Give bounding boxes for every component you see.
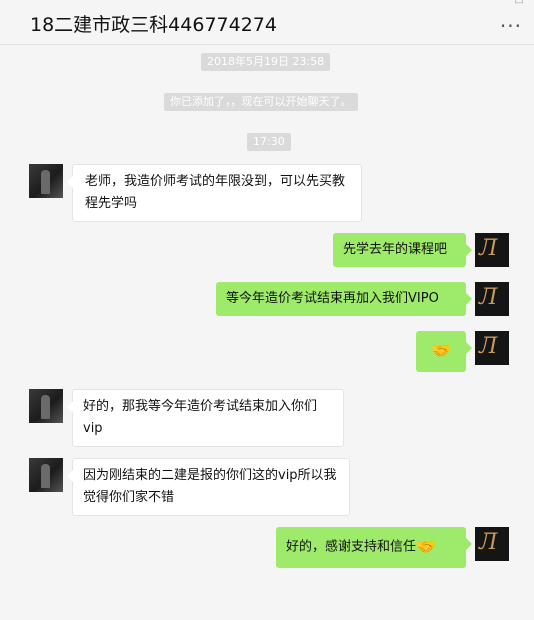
maximize-icon[interactable]: □ — [515, 0, 524, 5]
teacher-avatar-mark: Л — [479, 285, 498, 310]
teacher-avatar-mark: Л — [479, 236, 498, 261]
teacher-avatar[interactable]: Л — [475, 233, 509, 267]
message-bubble-7[interactable]: 好的，感谢支持和信任🤝 — [276, 527, 472, 568]
message-bubble-3[interactable]: 等今年造价考试结束再加入我们VIPO — [216, 282, 472, 316]
message-bubble-1[interactable]: 老师，我造价师考试的年限没到，可以先买教程先学吗 — [67, 164, 362, 222]
more-icon[interactable]: ... — [500, 8, 522, 32]
message-bubble-5[interactable]: 好的，那我等今年造价考试结束加入你们vip — [67, 389, 344, 447]
window-controls[interactable]: — □ — [451, 0, 524, 5]
message-text-2: 先学去年的课程吧 — [343, 242, 448, 257]
system-notice: 你已添加了，，现在可以开始聊天了。 — [164, 93, 358, 111]
chat-title: 18二建市政三科446774274 — [30, 14, 277, 36]
teacher-avatar[interactable]: Л — [475, 282, 509, 316]
timestamp-first: 2018年5月19日 23:58 — [201, 53, 331, 71]
user-avatar[interactable] — [29, 164, 63, 198]
timestamp-second: 17:30 — [247, 133, 291, 151]
message-text-6: 因为刚结束的二建是报的你们这的vip所以我觉得你们家不错 — [83, 468, 337, 505]
message-text-3: 等今年造价考试结束再加入我们VIPO — [226, 291, 439, 306]
minimize-icon[interactable]: — — [451, 0, 461, 5]
message-bubble-6[interactable]: 因为刚结束的二建是报的你们这的vip所以我觉得你们家不错 — [67, 458, 350, 516]
user-avatar[interactable] — [29, 389, 63, 423]
message-text-7: 好的，感谢支持和信任 — [286, 539, 417, 555]
handshake-icon: 🤝 — [416, 537, 436, 556]
message-text-1: 老师，我造价师考试的年限没到，可以先买教程先学吗 — [85, 174, 346, 211]
message-bubble-4[interactable]: 🤝 — [416, 331, 472, 372]
handshake-icon: 🤝 — [431, 341, 451, 360]
teacher-avatar[interactable]: Л — [475, 527, 509, 561]
user-avatar[interactable] — [29, 458, 63, 492]
message-bubble-2[interactable]: 先学去年的课程吧 — [333, 233, 472, 267]
chat-header: — □ 18二建市政三科446774274 ... — [0, 0, 534, 45]
teacher-avatar[interactable]: Л — [475, 331, 509, 365]
teacher-avatar-mark: Л — [479, 334, 498, 359]
teacher-avatar-mark: Л — [479, 530, 498, 555]
message-text-5: 好的，那我等今年造价考试结束加入你们vip — [83, 399, 318, 436]
